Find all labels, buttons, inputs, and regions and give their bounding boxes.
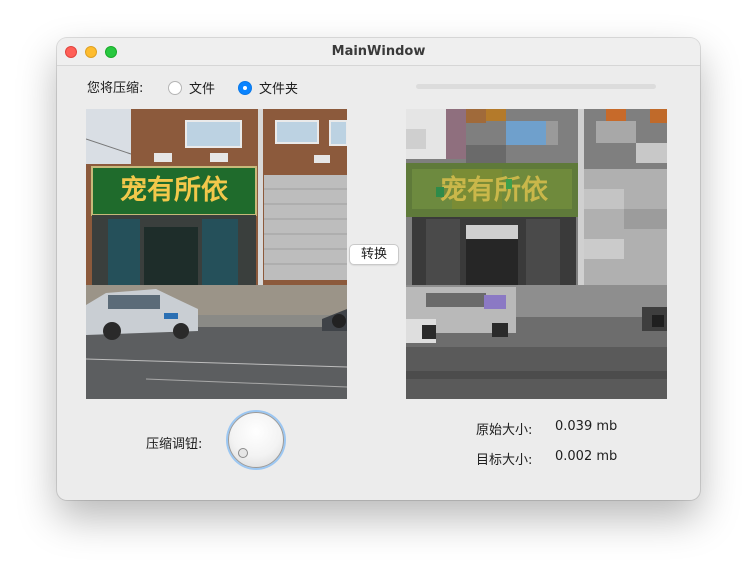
original-size-value: 0.039 mb xyxy=(555,419,618,434)
radio-file-label: 文件 xyxy=(189,82,216,97)
dial-notch xyxy=(238,448,248,458)
dial-label: 压缩调钮: xyxy=(146,437,203,452)
compressed-image: 宠有所依 xyxy=(406,109,667,399)
compressed-sign-text: 宠有所依 xyxy=(440,174,549,205)
radio-file-indicator[interactable] xyxy=(168,80,182,95)
radio-folder-indicator[interactable] xyxy=(238,80,252,95)
original-image: 宠有所依 xyxy=(86,109,347,399)
window-title: MainWindow xyxy=(331,44,426,59)
main-window: MainWindow 您将压缩: 文件 文件夹 宠有所依 转换 宠有所依 压缩调… xyxy=(57,38,700,500)
compressed-image-svg: 宠有所依 xyxy=(406,109,667,399)
progress-bar xyxy=(416,84,656,89)
radio-file[interactable]: 文件 xyxy=(168,78,215,97)
compression-dial[interactable] xyxy=(228,412,284,468)
radio-folder-label: 文件夹 xyxy=(259,82,299,97)
compress-label: 您将压缩: xyxy=(87,81,144,96)
original-sign-text: 宠有所依 xyxy=(120,174,229,205)
target-size-value: 0.002 mb xyxy=(555,449,618,464)
target-size-label: 目标大小: xyxy=(476,453,533,468)
convert-button[interactable]: 转换 xyxy=(349,244,399,265)
title-bar[interactable]: MainWindow xyxy=(57,38,700,66)
original-image-svg: 宠有所依 xyxy=(86,109,347,399)
radio-folder[interactable]: 文件夹 xyxy=(238,78,298,97)
original-size-label: 原始大小: xyxy=(476,423,533,438)
